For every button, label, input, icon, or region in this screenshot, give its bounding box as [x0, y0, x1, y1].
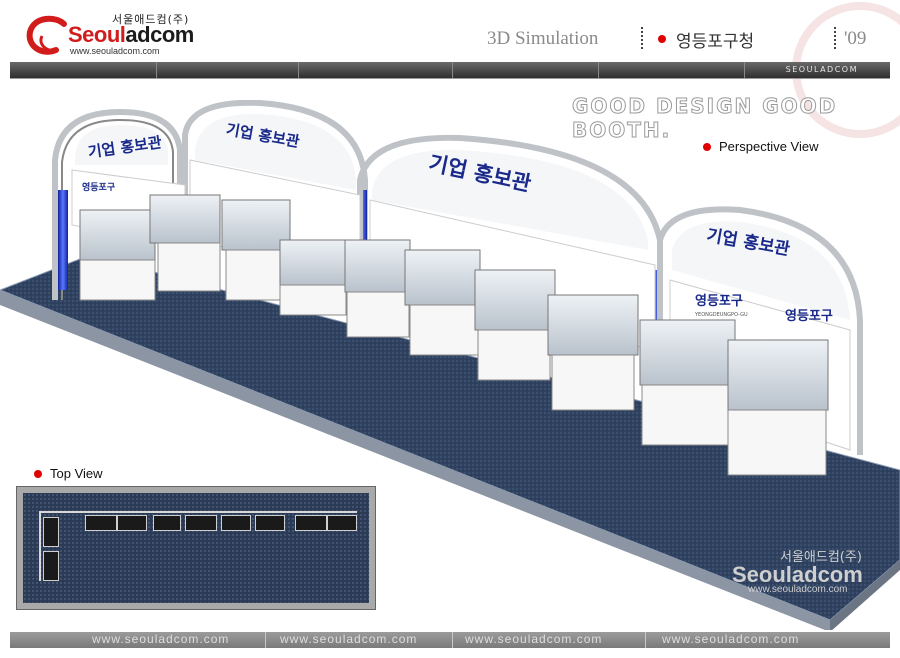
panel-brand-text: 영등포구 — [695, 294, 743, 309]
top-view-panel — [16, 486, 376, 610]
display-case — [149, 194, 221, 292]
top-view-case — [43, 551, 59, 581]
client-name: 영등포구청 — [676, 32, 755, 52]
top-view-case — [43, 517, 59, 547]
logo-wordmark-dark: adcom — [125, 22, 194, 47]
title-separator — [641, 27, 643, 49]
display-case — [727, 339, 829, 476]
top-view-case — [117, 515, 147, 531]
watermark-url: www.seouladcom.com — [748, 584, 848, 595]
top-view-case — [295, 515, 327, 531]
panel-brand-text: 영등포구 — [82, 181, 115, 193]
footer-link[interactable]: www.seouladcom.com — [280, 632, 417, 646]
display-case — [279, 239, 349, 316]
display-case — [639, 319, 736, 446]
page-title: 3D Simulation — [487, 28, 599, 49]
footer-separator — [265, 632, 266, 648]
logo-url: www.seouladcom.com — [70, 46, 160, 56]
top-view-case — [221, 515, 251, 531]
logo-swirl-icon — [26, 14, 68, 56]
panel-brand-text: 영등포구 — [785, 309, 833, 324]
top-view-case — [327, 515, 357, 531]
header-bar-label: SEOULADCOM — [785, 65, 858, 74]
header-bar — [10, 62, 890, 79]
top-view-truss — [39, 511, 357, 513]
display-case — [344, 239, 411, 338]
footer-link[interactable]: www.seouladcom.com — [92, 632, 229, 646]
logo-wordmark-red: Seoul — [68, 22, 126, 47]
top-view-case — [255, 515, 285, 531]
display-case — [474, 269, 556, 381]
display-case — [547, 294, 639, 411]
top-view-case — [185, 515, 217, 531]
top-view-truss — [39, 511, 41, 581]
top-view-case — [153, 515, 181, 531]
bullet-dot-icon — [34, 470, 42, 478]
footer-link[interactable]: www.seouladcom.com — [465, 632, 602, 646]
bullet-dot-icon — [658, 35, 666, 43]
perspective-view-label: Perspective View — [719, 139, 819, 154]
year-separator — [834, 27, 836, 49]
footer-separator — [452, 632, 453, 648]
footer-link[interactable]: www.seouladcom.com — [662, 632, 799, 646]
logo-wordmark: Seouladcom — [68, 22, 194, 48]
bullet-dot-icon — [703, 143, 711, 151]
footer-separator — [645, 632, 646, 648]
display-case — [404, 249, 481, 356]
panel-brand-subtext: YEONGDEUNGPO-GU — [694, 312, 748, 318]
display-case — [79, 209, 156, 301]
year-label: '09 — [844, 28, 867, 49]
top-view-label: Top View — [50, 466, 103, 481]
top-view-floor — [23, 493, 369, 603]
top-view-case — [85, 515, 117, 531]
